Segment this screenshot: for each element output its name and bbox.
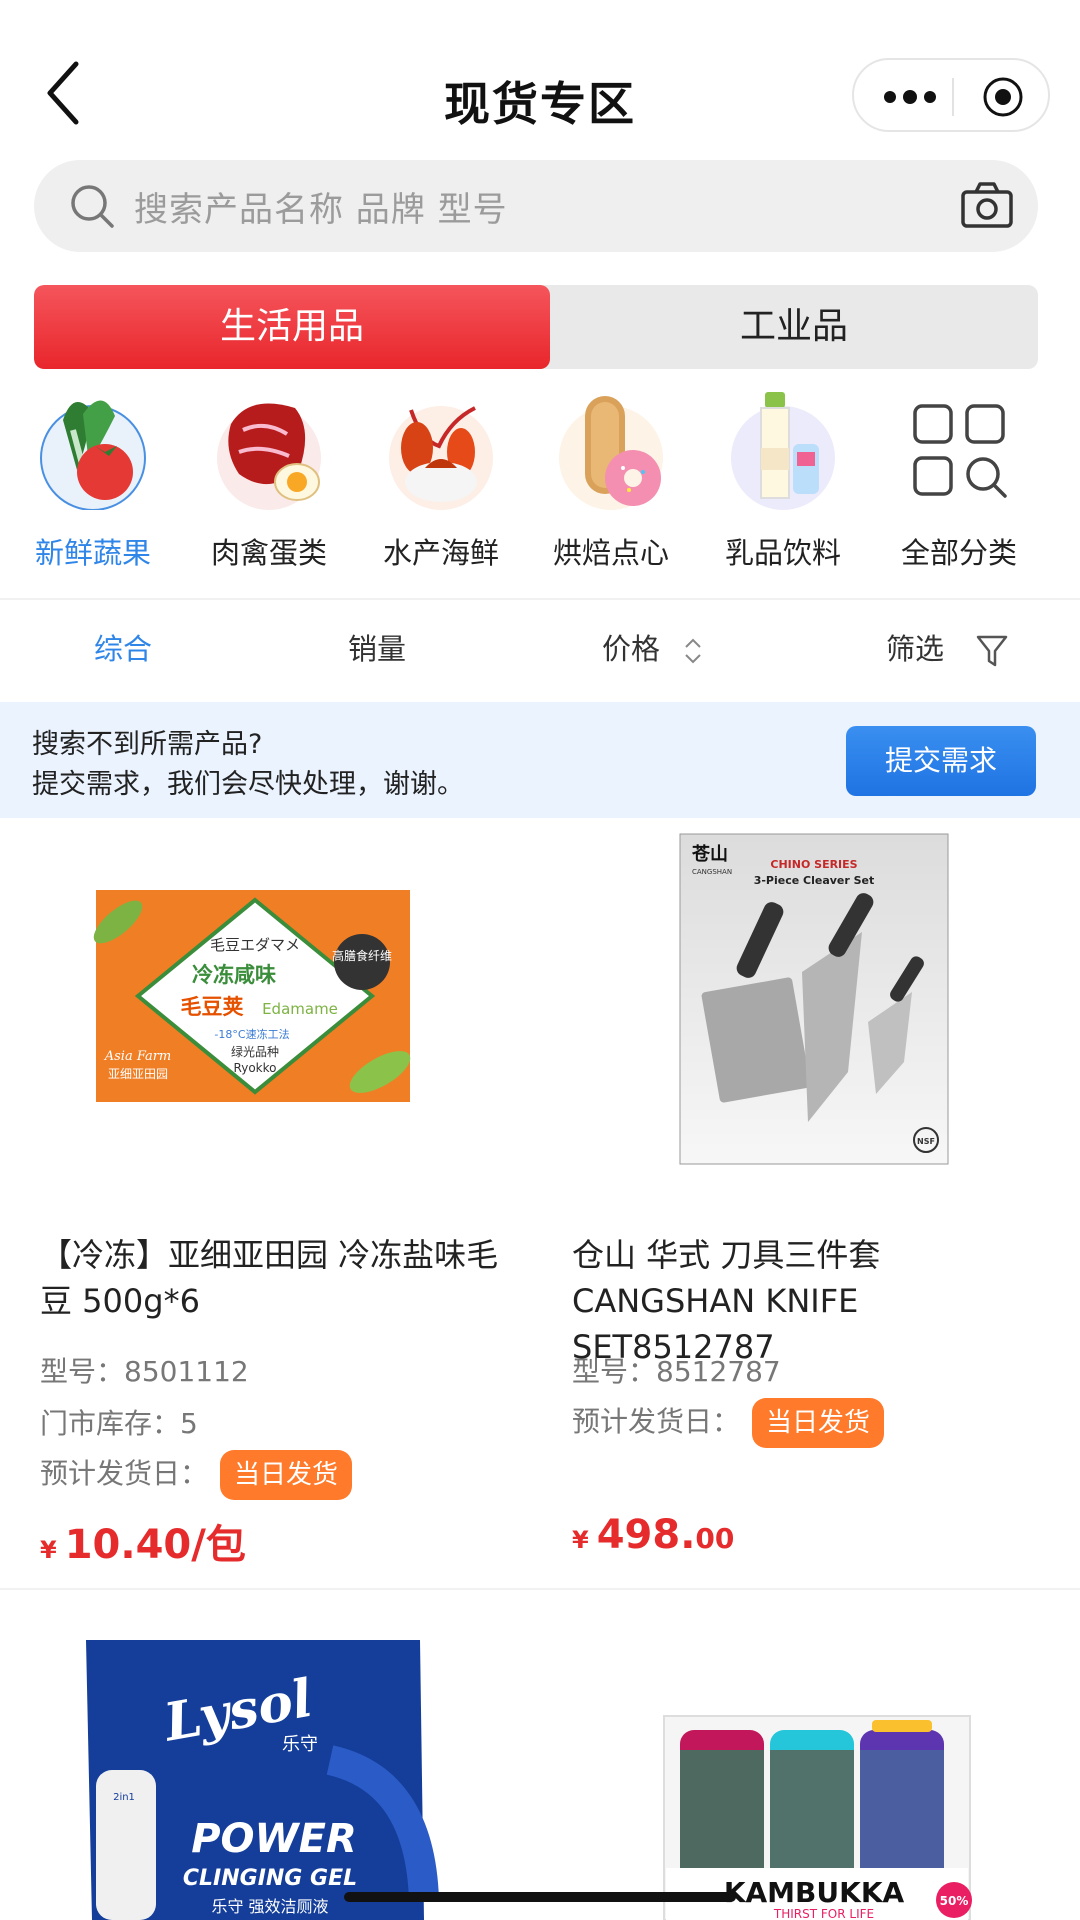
sort-price[interactable]: 价格 bbox=[602, 626, 703, 668]
image-text: CLINGING GEL bbox=[183, 1866, 357, 1891]
price-value: 498. bbox=[596, 1512, 696, 1558]
product-card[interactable]: Lysol 乐守 2in1 POWER CLINGING GEL 乐守 强效洁厕… bbox=[0, 1600, 540, 1920]
lobster-icon bbox=[389, 406, 493, 510]
product-stock: 门市库存：5 bbox=[40, 1407, 198, 1440]
product-image[interactable]: 高膳食纤维 毛豆エダマメ 冷冻咸味 毛豆荚 Edamame -18°C速冻工法 … bbox=[0, 822, 540, 1212]
meat-egg-icon bbox=[217, 403, 321, 510]
image-text: CANGSHAN bbox=[692, 868, 732, 876]
bread-donut-icon bbox=[559, 396, 663, 510]
image-text: NSF bbox=[917, 1137, 935, 1146]
sort-filter-label: 筛选 bbox=[886, 632, 945, 666]
image-text: CHINO SERIES bbox=[770, 858, 857, 871]
milk-drink-icon bbox=[731, 392, 835, 510]
image-text: KAMBUKKA bbox=[724, 1876, 905, 1909]
image-text: 毛豆エダマメ bbox=[210, 936, 300, 954]
image-text: 乐守 bbox=[282, 1734, 318, 1755]
product-card[interactable]: 苍山 CANGSHAN CHINO SERIES 3-Piece Cleaver… bbox=[532, 822, 1072, 1592]
filter-icon bbox=[976, 635, 1008, 667]
category-bakery[interactable]: 烘焙点心 bbox=[526, 390, 696, 572]
image-text: 亚细亚田园 bbox=[108, 1067, 168, 1081]
category-label: 肉禽蛋类 bbox=[210, 536, 327, 570]
mini-program-capsule bbox=[852, 58, 1050, 132]
product-model: 型号：8512787 bbox=[572, 1355, 781, 1388]
price-decimal: 00 bbox=[695, 1522, 735, 1555]
search-icon bbox=[71, 185, 114, 228]
image-text: 3-Piece Cleaver Set bbox=[754, 874, 875, 887]
image-text: 高膳食纤维 bbox=[332, 948, 392, 963]
notice-title: 搜索不到所需产品? bbox=[32, 729, 263, 760]
category-meat-eggs[interactable]: 肉禽蛋类 bbox=[184, 390, 354, 572]
image-text: 绿光品种 bbox=[231, 1044, 279, 1059]
sort-price-label: 价格 bbox=[602, 632, 661, 666]
divider bbox=[0, 598, 1080, 600]
capsule-divider bbox=[952, 78, 954, 116]
search-input[interactable]: 搜索产品名称 品牌 型号 bbox=[134, 182, 508, 231]
product-card[interactable]: 高膳食纤维 毛豆エダマメ 冷冻咸味 毛豆荚 Edamame -18°C速冻工法 … bbox=[0, 822, 540, 1592]
category-dairy-drinks[interactable]: 乳品饮料 bbox=[698, 390, 868, 572]
ship-date-label: 预计发货日： bbox=[40, 1457, 209, 1490]
category-icons: 新鲜蔬果 肉禽蛋类 水产海鲜 烘焙点心 乳品饮料 全部分类 bbox=[0, 390, 1080, 580]
request-notice: 搜索不到所需产品? 提交需求，我们会尽快处理，谢谢。 提交需求 bbox=[0, 702, 1080, 818]
image-text: Asia Farm bbox=[104, 1049, 172, 1064]
category-label: 烘焙点心 bbox=[552, 536, 669, 570]
same-day-badge: 当日发货 bbox=[220, 1450, 353, 1500]
image-text: 苍山 bbox=[691, 843, 728, 865]
product-price: ¥498.00 bbox=[572, 1512, 734, 1558]
product-image[interactable]: 苍山 CANGSHAN CHINO SERIES 3-Piece Cleaver… bbox=[532, 822, 1072, 1212]
close-miniprogram-icon[interactable] bbox=[982, 76, 1024, 118]
image-text: 50% bbox=[940, 1894, 969, 1908]
product-image[interactable]: Lysol 乐守 2in1 POWER CLINGING GEL 乐守 强效洁厕… bbox=[0, 1600, 540, 1920]
ship-date-row: 预计发货日： 当日发货 bbox=[40, 1450, 353, 1500]
product-model: 型号：8501112 bbox=[40, 1355, 249, 1388]
image-text: 毛豆荚 bbox=[181, 995, 245, 1019]
notice-body: 提交需求，我们会尽快处理，谢谢。 bbox=[32, 769, 464, 800]
price-currency: ¥ bbox=[572, 1526, 589, 1554]
product-card[interactable]: KAMBUKKA THIRST FOR LIFE 50% bbox=[532, 1600, 1072, 1920]
vegetables-icon bbox=[40, 400, 146, 511]
image-text: 冷冻咸味 bbox=[192, 963, 276, 987]
sort-comprehensive[interactable]: 综合 bbox=[94, 626, 152, 668]
grid-search-icon bbox=[913, 404, 1007, 498]
image-text: Edamame bbox=[262, 1000, 338, 1018]
sort-filter[interactable]: 筛选 bbox=[886, 626, 1009, 669]
camera-icon[interactable] bbox=[960, 180, 1014, 230]
sort-bar: 综合 销量 价格 筛选 bbox=[0, 604, 1080, 688]
sort-arrows-icon bbox=[685, 638, 701, 664]
category-fresh-produce[interactable]: 新鲜蔬果 bbox=[8, 390, 178, 572]
category-seafood[interactable]: 水产海鲜 bbox=[356, 390, 526, 572]
sort-sales[interactable]: 销量 bbox=[348, 626, 406, 668]
tab-daily-goods[interactable]: 生活用品 bbox=[34, 285, 550, 369]
price-value: 10.40/包 bbox=[64, 1522, 246, 1568]
submit-request-button[interactable]: 提交需求 bbox=[846, 726, 1036, 796]
category-label: 水产海鲜 bbox=[382, 536, 499, 570]
tab-industrial[interactable]: 工业品 bbox=[550, 285, 1038, 369]
category-all[interactable]: 全部分类 bbox=[874, 390, 1044, 572]
category-label: 乳品饮料 bbox=[724, 536, 841, 570]
image-text: 2in1 bbox=[113, 1792, 135, 1803]
image-text: 乐守 强效洁厕液 bbox=[211, 1897, 328, 1916]
product-image[interactable]: KAMBUKKA THIRST FOR LIFE 50% bbox=[532, 1600, 1072, 1920]
category-label: 新鲜蔬果 bbox=[34, 536, 151, 570]
price-currency: ¥ bbox=[40, 1536, 57, 1564]
divider bbox=[0, 1588, 1080, 1590]
ship-date-label: 预计发货日： bbox=[572, 1405, 741, 1438]
home-indicator bbox=[344, 1892, 736, 1902]
product-price: ¥10.40/包 bbox=[40, 1512, 246, 1570]
same-day-badge: 当日发货 bbox=[752, 1398, 885, 1448]
image-text: -18°C速冻工法 bbox=[214, 1027, 289, 1041]
product-name[interactable]: 【冷冻】亚细亚田园 冷冻盐味毛豆 500g*6 bbox=[40, 1232, 510, 1324]
category-label: 全部分类 bbox=[900, 536, 1017, 570]
ship-date-row: 预计发货日： 当日发货 bbox=[572, 1398, 885, 1448]
category-segment: 工业品 生活用品 bbox=[34, 285, 1038, 369]
search-bar[interactable]: 搜索产品名称 品牌 型号 bbox=[34, 160, 1038, 252]
image-text: THIRST FOR LIFE bbox=[773, 1907, 874, 1920]
header: 现货专区 bbox=[0, 0, 1080, 150]
more-icon[interactable] bbox=[880, 82, 940, 112]
image-text: POWER bbox=[191, 1816, 357, 1862]
image-text: Ryokko bbox=[234, 1061, 277, 1075]
